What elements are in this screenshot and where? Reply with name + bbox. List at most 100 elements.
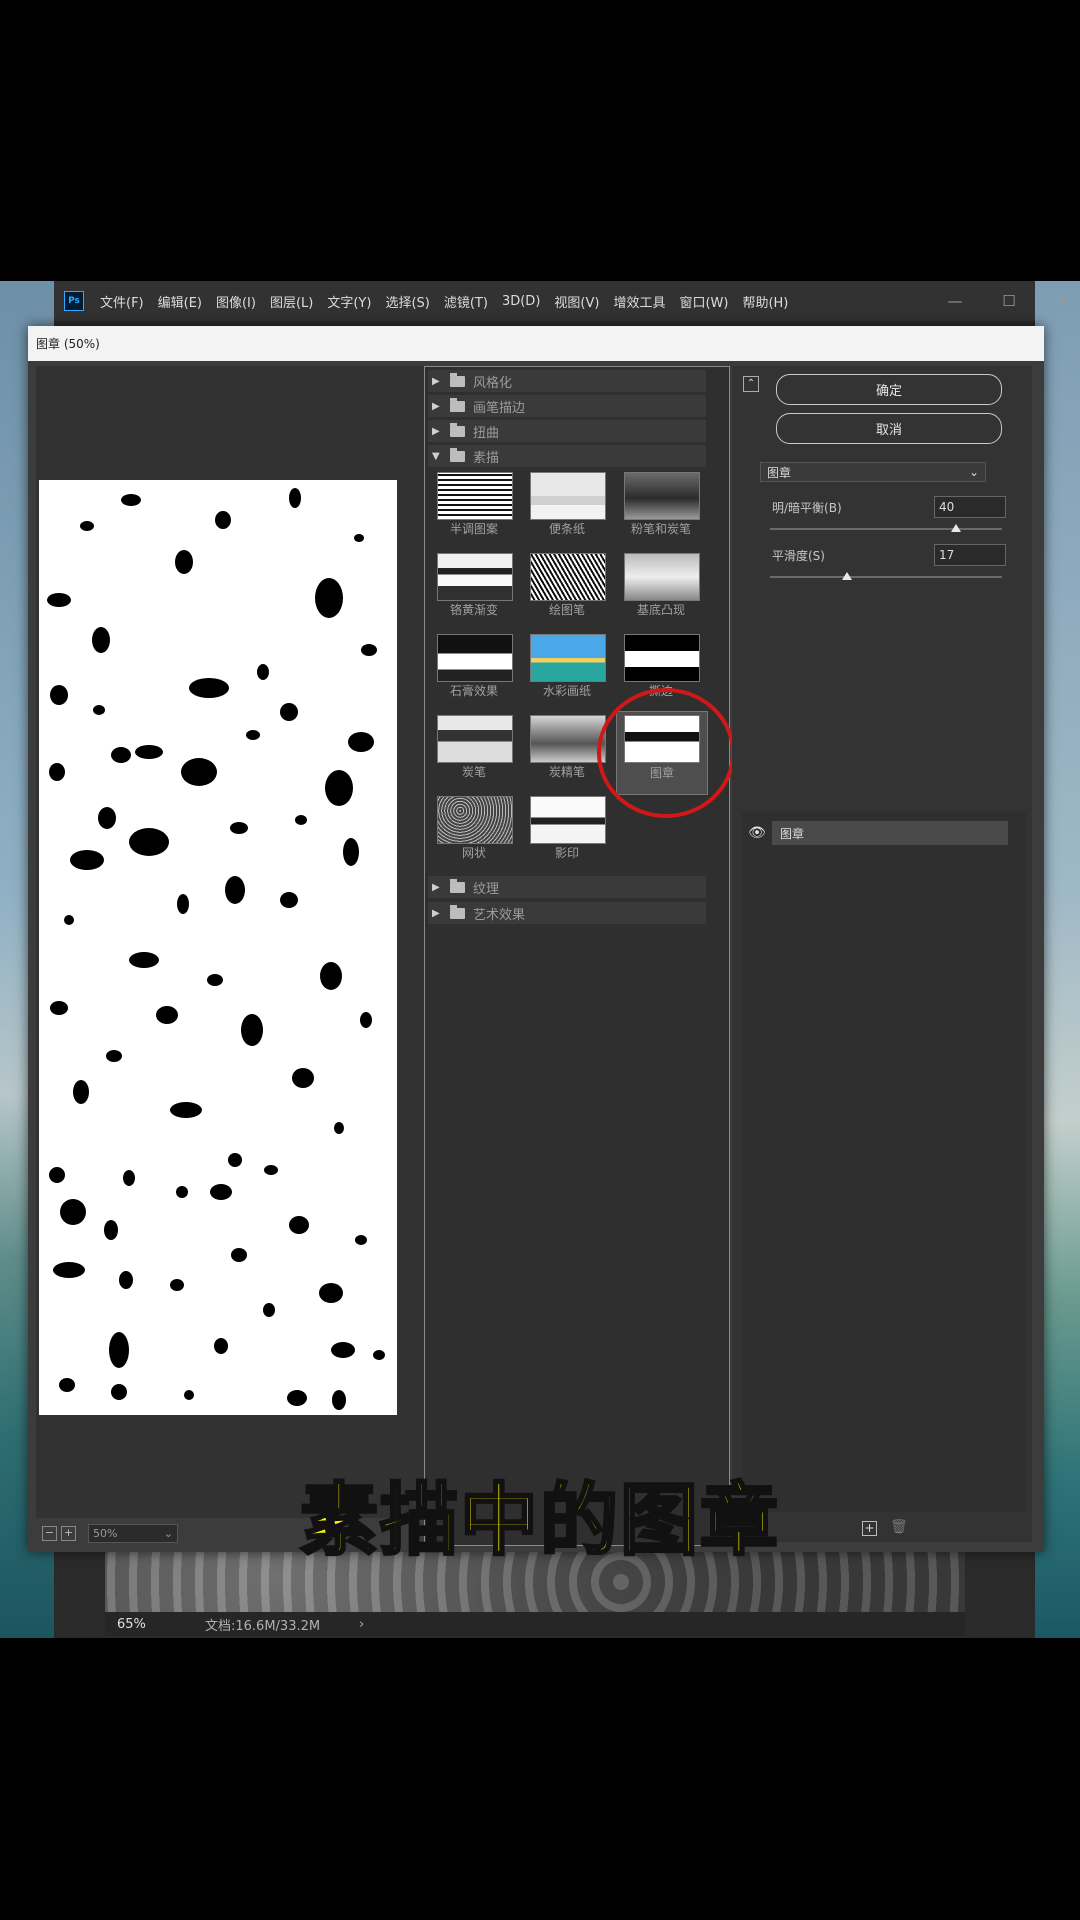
smoothness-slider-thumb[interactable] (841, 572, 852, 580)
dialog-title: 图章 (50%) (28, 326, 1044, 361)
filter-thumb-chalk-charcoal[interactable]: 粉笔和炭笔 (620, 468, 700, 544)
stamp-preview-image[interactable] (39, 480, 397, 1415)
folder-icon (450, 372, 465, 387)
black-blob-pattern (47, 488, 385, 1410)
menu-view[interactable]: 视图(V) (554, 292, 599, 311)
filter-thumb-chrome[interactable]: 铬黄渐变 (433, 549, 513, 625)
filter-label: 半调图案 (449, 522, 498, 536)
menu-select[interactable]: 选择(S) (385, 292, 429, 311)
folder-open-icon (450, 447, 465, 462)
filter-thumb-charcoal[interactable]: 炭笔 (433, 711, 513, 787)
folder-icon (450, 904, 465, 919)
menu-filter[interactable]: 滤镜(T) (444, 292, 488, 311)
chalk-charcoal-thumbnail-image (624, 472, 700, 520)
category-sketch[interactable]: ▼ 素描 (428, 445, 706, 467)
category-label: 素描 (473, 450, 500, 466)
filter-thumb-halftone[interactable]: 半调图案 (433, 468, 513, 544)
filter-label: 炭精笔 (548, 765, 585, 779)
torn-edges-thumbnail-image (624, 634, 700, 682)
filter-label: 绘图笔 (548, 603, 585, 617)
category-label: 艺术效果 (473, 907, 526, 923)
menu-type[interactable]: 文字(Y) (327, 292, 371, 311)
light-dark-balance-slider-thumb[interactable] (950, 524, 961, 532)
maximize-icon[interactable]: ☐ (986, 281, 1032, 321)
photoshop-logo-icon: Ps (64, 291, 84, 311)
filter-thumb-conte-crayon[interactable]: 炭精笔 (526, 711, 606, 787)
expand-arrow-icon: ▶ (432, 400, 440, 412)
light-dark-balance-slider[interactable] (770, 528, 1002, 530)
halftone-thumbnail-image (437, 472, 513, 520)
filter-thumb-photocopy[interactable]: 影印 (526, 792, 606, 868)
category-artistic[interactable]: ▶ 艺术效果 (428, 902, 706, 924)
collapse-arrow-icon: ▼ (432, 450, 440, 462)
folder-icon (450, 878, 465, 893)
smoothness-slider[interactable] (770, 576, 1002, 578)
menu-3d[interactable]: 3D(D) (502, 294, 540, 309)
category-label: 纹理 (473, 881, 500, 897)
status-arrow-icon[interactable]: › (359, 1617, 364, 1632)
eye-icon[interactable]: 👁 (742, 825, 772, 841)
bas-relief-thumbnail-image (624, 553, 700, 601)
plaster-thumbnail-image (437, 634, 513, 682)
close-icon[interactable]: ✕ (1039, 281, 1080, 321)
smoothness-label: 平滑度(S) (772, 549, 825, 563)
water-paper-thumbnail-image (530, 634, 606, 682)
filter-type-value: 图章 (767, 465, 792, 480)
category-distort[interactable]: ▶ 扭曲 (428, 420, 706, 442)
expand-arrow-icon: ▶ (432, 425, 440, 437)
reticulation-thumbnail-image (437, 796, 513, 844)
filter-label: 便条纸 (548, 522, 585, 536)
light-dark-balance-label: 明/暗平衡(B) (772, 501, 842, 515)
folder-icon (450, 422, 465, 437)
collapse-icon[interactable]: ⌃ (743, 376, 759, 392)
filter-thumb-water-paper[interactable]: 水彩画纸 (526, 630, 606, 706)
category-label: 画笔描边 (473, 400, 526, 416)
category-brush-strokes[interactable]: ▶ 画笔描边 (428, 395, 706, 417)
chevron-down-icon: ⌄ (968, 465, 979, 479)
status-zoom[interactable]: 65% (117, 1617, 205, 1632)
menu-bar: Ps 文件(F) 编辑(E) 图像(I) 图层(L) 文字(Y) 选择(S) 滤… (54, 281, 1068, 321)
filter-thumb-bas-relief[interactable]: 基底凸现 (620, 549, 700, 625)
filter-label: 基底凸现 (636, 603, 685, 617)
filter-label: 石膏效果 (449, 684, 498, 698)
category-label: 风格化 (473, 375, 513, 391)
expand-arrow-icon: ▶ (432, 375, 440, 387)
menu-image[interactable]: 图像(I) (216, 292, 256, 311)
folder-icon (450, 397, 465, 412)
menu-edit[interactable]: 编辑(E) (158, 292, 202, 311)
graphic-pen-thumbnail-image (530, 553, 606, 601)
menu-help[interactable]: 帮助(H) (742, 292, 788, 311)
light-dark-balance-input[interactable]: 40 (934, 496, 1006, 518)
menu-file[interactable]: 文件(F) (100, 292, 144, 311)
status-doc-info: 文档:16.6M/33.2M (205, 1618, 321, 1634)
category-stylize[interactable]: ▶ 风格化 (428, 370, 706, 392)
effect-layer-name: 图章 (772, 821, 1008, 845)
category-label: 扭曲 (473, 425, 500, 441)
conte-crayon-thumbnail-image (530, 715, 606, 763)
charcoal-thumbnail-image (437, 715, 513, 763)
menu-plugins[interactable]: 增效工具 (613, 292, 665, 311)
filter-label: 炭笔 (461, 765, 486, 779)
filter-thumb-note-paper[interactable]: 便条纸 (526, 468, 606, 544)
expand-arrow-icon: ▶ (432, 881, 440, 893)
effect-layer-list (742, 812, 1026, 1512)
note-paper-thumbnail-image (530, 472, 606, 520)
photocopy-thumbnail-image (530, 796, 606, 844)
category-texture[interactable]: ▶ 纹理 (428, 876, 706, 898)
effect-layer-row[interactable]: 👁 图章 (742, 820, 1008, 846)
minimize-icon[interactable]: — (932, 281, 978, 321)
expand-arrow-icon: ▶ (432, 907, 440, 919)
menu-window[interactable]: 窗口(W) (679, 292, 728, 311)
filter-label: 水彩画纸 (542, 684, 591, 698)
filter-label: 粉笔和炭笔 (630, 522, 691, 536)
filter-label: 网状 (461, 846, 486, 860)
filter-thumb-plaster[interactable]: 石膏效果 (433, 630, 513, 706)
ok-button[interactable]: 确定 (776, 374, 1002, 405)
filter-thumb-reticulation[interactable]: 网状 (433, 792, 513, 868)
menu-layer[interactable]: 图层(L) (270, 292, 313, 311)
filter-thumb-graphic-pen[interactable]: 绘图笔 (526, 549, 606, 625)
filter-type-select[interactable]: 图章 ⌄ (760, 462, 986, 482)
cancel-button[interactable]: 取消 (776, 413, 1002, 444)
filter-label: 影印 (554, 846, 579, 860)
smoothness-input[interactable]: 17 (934, 544, 1006, 566)
